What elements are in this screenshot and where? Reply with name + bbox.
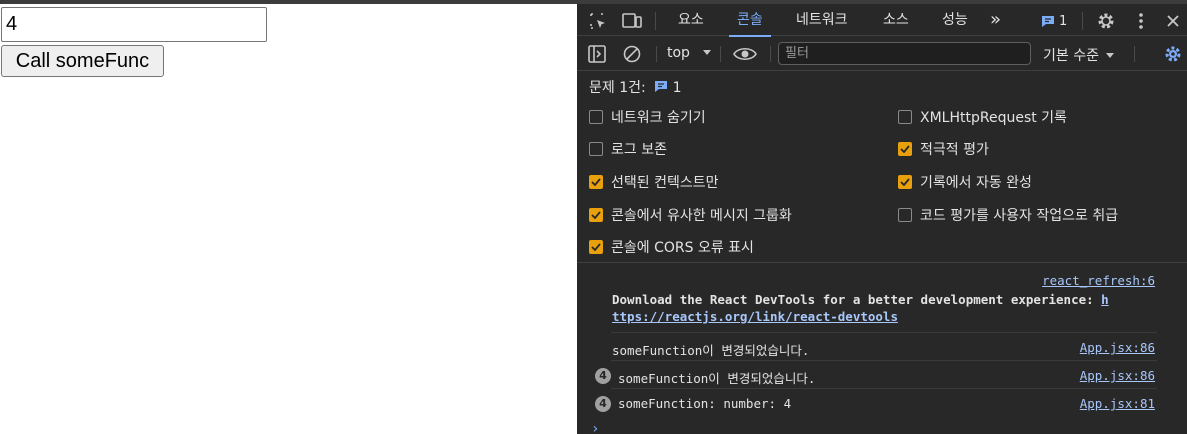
device-toolbar-icon[interactable] [621, 10, 643, 32]
settings-gear-icon[interactable] [1095, 10, 1117, 32]
issues-badge-count: 1 [1059, 13, 1068, 29]
cors-errors-checkbox[interactable] [589, 240, 603, 254]
log-level-selector[interactable]: 기본 수준 [1043, 45, 1115, 65]
context-selector[interactable]: top [667, 45, 712, 61]
setting-label: 네트워크 숨기기 [611, 110, 706, 126]
setting-label: 콘솔에서 유사한 메시지 그룹화 [611, 208, 792, 224]
eager-evaluation-checkbox[interactable] [898, 142, 912, 156]
react-devtools-link[interactable]: h [1101, 292, 1109, 307]
message-divider [611, 388, 1157, 389]
setting-show-cors-errors[interactable]: 콘솔에 CORS 오류 표시 [589, 237, 754, 257]
setting-log-xhr[interactable]: XMLHttpRequest 기록 [898, 107, 1067, 127]
toolbar-divider [770, 46, 771, 62]
tab-sources[interactable]: 소스 [883, 4, 909, 36]
tab-performance[interactable]: 성능 [942, 4, 968, 36]
setting-label: 기록에서 자동 완성 [920, 175, 1032, 191]
issues-label: 문제 1건: [589, 80, 646, 96]
number-input[interactable] [1, 7, 267, 42]
app-page: Call someFunc [0, 4, 577, 434]
console-messages: react_refresh:6 Download the React DevTo… [577, 263, 1187, 434]
toolbar-divider [656, 46, 657, 62]
issues-bar: 문제 1건: 1 [577, 71, 1187, 101]
chevron-down-icon [1106, 53, 1115, 58]
console-prompt[interactable]: › [591, 421, 599, 434]
repeat-count-badge: 4 [595, 396, 611, 412]
close-icon[interactable] [1162, 10, 1184, 32]
setting-label: XMLHttpRequest 기록 [920, 110, 1067, 126]
log-level-label: 기본 수준 [1043, 48, 1099, 64]
setting-eager-evaluation[interactable]: 적극적 평가 [898, 139, 989, 159]
setting-autocomplete-history[interactable]: 기록에서 자동 완성 [898, 172, 1032, 192]
toolbar-divider [1134, 46, 1135, 62]
setting-group-similar[interactable]: 콘솔에서 유사한 메시지 그룹화 [589, 205, 792, 225]
toolbar-divider [720, 46, 721, 62]
message-source-link[interactable]: App.jsx:86 [1080, 368, 1155, 383]
setting-user-activation-eval[interactable]: 코드 평가를 사용자 작업으로 취급 [898, 205, 1118, 225]
message-source-link[interactable]: react_refresh:6 [1042, 273, 1155, 288]
message-text: someFunction이 변경되었습니다. [612, 343, 810, 358]
call-somefunc-button[interactable]: Call someFunc [1, 45, 164, 77]
console-settings-gear-icon[interactable] [1162, 43, 1184, 65]
repeat-count-badge: 4 [595, 368, 611, 384]
issues-icon [1042, 15, 1054, 27]
chevron-down-icon [703, 50, 712, 55]
hide-network-checkbox[interactable] [589, 110, 603, 124]
context-label: top [667, 45, 690, 61]
tab-network[interactable]: 네트워크 [796, 4, 848, 36]
message-text: someFunction: number: 4 [618, 396, 792, 411]
issues-summary[interactable]: 문제 1건: 1 [589, 77, 682, 97]
preserve-log-checkbox[interactable] [589, 142, 603, 156]
tabbar-divider [655, 12, 656, 30]
issues-count: 1 [672, 80, 682, 96]
autocomplete-history-checkbox[interactable] [898, 175, 912, 189]
setting-preserve-log[interactable]: 로그 보존 [589, 139, 667, 159]
issues-icon [655, 81, 668, 92]
setting-label: 적극적 평가 [920, 142, 989, 158]
message-divider [611, 332, 1157, 333]
setting-label: 선택된 컨텍스트만 [611, 175, 719, 191]
inspect-element-icon[interactable] [587, 10, 609, 32]
group-similar-checkbox[interactable] [589, 208, 603, 222]
clear-console-icon[interactable] [621, 43, 643, 65]
eye-live-expression-icon[interactable] [732, 43, 758, 65]
setting-hide-network[interactable]: 네트워크 숨기기 [589, 107, 706, 127]
sidebar-toggle-icon[interactable] [586, 43, 608, 65]
setting-label: 로그 보존 [611, 142, 667, 158]
message-text: someFunction이 변경되었습니다. [618, 371, 816, 386]
log-xhr-checkbox[interactable] [898, 110, 912, 124]
more-tabs-button[interactable]: » [990, 4, 1001, 36]
console-toolbar: top 기본 수준 [577, 37, 1187, 71]
tab-elements[interactable]: 요소 [678, 4, 704, 36]
message-source-link[interactable]: App.jsx:81 [1080, 396, 1155, 411]
devtools-tabbar: 요소 콘솔 네트워크 소스 성능 » 1 [577, 4, 1187, 37]
message-divider [611, 360, 1157, 361]
issues-badge[interactable]: 1 [1041, 12, 1067, 30]
tab-console[interactable]: 콘솔 [729, 4, 771, 37]
kebab-menu-icon[interactable] [1130, 10, 1152, 32]
setting-label: 코드 평가를 사용자 작업으로 취급 [920, 208, 1119, 224]
react-devtools-text: Download the React DevTools for a better… [612, 292, 1102, 307]
filter-input[interactable] [778, 42, 1031, 65]
selected-context-checkbox[interactable] [589, 175, 603, 189]
tabbar-divider-right [1082, 12, 1083, 30]
message-text: Download the React DevTools for a better… [612, 291, 1162, 325]
devtools-panel: 요소 콘솔 네트워크 소스 성능 » 1 top 필터 기본 수준 문제 1건:… [577, 4, 1187, 434]
setting-selected-context-only[interactable]: 선택된 컨텍스트만 [589, 172, 719, 192]
message-source-link[interactable]: App.jsx:86 [1080, 340, 1155, 355]
setting-label: 콘솔에 CORS 오류 표시 [611, 240, 754, 256]
user-activation-checkbox[interactable] [898, 208, 912, 222]
console-settings-pane: 네트워크 숨기기 로그 보존 선택된 컨텍스트만 콘솔에서 유사한 메시지 그룹… [577, 101, 1187, 263]
react-devtools-link-cont[interactable]: ttps://reactjs.org/link/react-devtools [612, 309, 898, 324]
